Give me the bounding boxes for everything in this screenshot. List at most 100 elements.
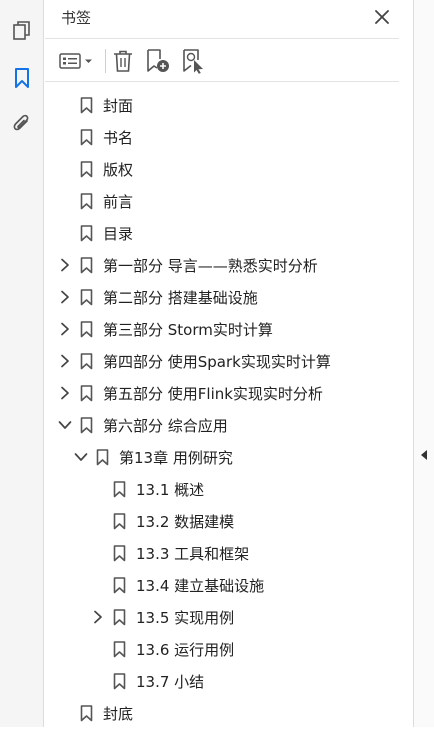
delete-bookmark-icon bbox=[114, 50, 132, 72]
bookmark-icon bbox=[80, 256, 93, 274]
bookmark-icon bbox=[113, 480, 126, 498]
chevron-down-icon[interactable] bbox=[58, 418, 72, 432]
bookmark-icon bbox=[80, 96, 93, 114]
bookmark-icon bbox=[113, 512, 126, 530]
bookmark-label: 13.6 运行用例 bbox=[136, 640, 235, 659]
bookmark-label: 前言 bbox=[103, 192, 134, 211]
bookmark-icon bbox=[80, 224, 93, 242]
bookmark-item[interactable]: 第13章 用例研究 bbox=[45, 441, 405, 473]
bookmark-icon bbox=[113, 544, 126, 562]
options-menu-icon bbox=[59, 53, 92, 69]
bookmark-from-selection-icon bbox=[183, 49, 203, 74]
bookmark-item[interactable]: 13.6 运行用例 bbox=[45, 633, 405, 665]
bookmark-label: 13.4 建立基础设施 bbox=[136, 576, 265, 595]
bookmark-icon bbox=[113, 640, 126, 658]
bookmarks-icon[interactable] bbox=[10, 66, 34, 90]
bookmark-icon bbox=[80, 416, 93, 434]
bookmark-label: 13.2 数据建模 bbox=[136, 512, 235, 531]
bookmark-label: 13.7 小结 bbox=[136, 672, 205, 691]
bookmark-item[interactable]: 第六部分 综合应用 bbox=[45, 409, 405, 441]
bookmark-label: 13.3 工具和框架 bbox=[136, 544, 250, 563]
chevron-right-icon[interactable] bbox=[58, 322, 72, 336]
bookmark-label: 目录 bbox=[103, 224, 134, 243]
bookmark-label: 封面 bbox=[103, 96, 134, 115]
toolbar-separator bbox=[105, 49, 106, 73]
bookmark-label: 第六部分 综合应用 bbox=[103, 416, 228, 435]
bookmark-item[interactable]: 目录 bbox=[45, 217, 405, 249]
bookmark-item[interactable]: 版权 bbox=[45, 153, 405, 185]
bookmark-icon bbox=[96, 448, 109, 466]
bookmark-label: 版权 bbox=[103, 160, 134, 179]
bookmark-label: 第三部分 Storm实时计算 bbox=[103, 320, 273, 339]
bookmark-item[interactable]: 第二部分 搭建基础设施 bbox=[45, 281, 405, 313]
bookmarks-toolbar bbox=[45, 38, 399, 82]
close-panel-button[interactable] bbox=[371, 6, 393, 28]
new-bookmark-button[interactable] bbox=[145, 48, 171, 74]
bookmark-label: 13.5 实现用例 bbox=[136, 608, 235, 627]
chevron-right-icon[interactable] bbox=[58, 258, 72, 272]
bookmark-label: 封底 bbox=[103, 704, 134, 723]
bookmark-icon bbox=[80, 192, 93, 210]
bookmark-label: 第13章 用例研究 bbox=[119, 448, 233, 467]
chevron-right-icon[interactable] bbox=[58, 290, 72, 304]
bookmark-item[interactable]: 封面 bbox=[45, 89, 405, 121]
bookmark-icon bbox=[80, 288, 93, 306]
new-bookmark-icon bbox=[147, 49, 169, 72]
chevron-down-icon[interactable] bbox=[74, 450, 88, 464]
bookmark-label: 第五部分 使用Flink实现实时分析 bbox=[103, 384, 323, 403]
bookmark-label: 第一部分 导言——熟悉实时分析 bbox=[103, 256, 318, 275]
bookmark-item[interactable]: 13.4 建立基础设施 bbox=[45, 569, 405, 601]
bookmark-icon bbox=[80, 320, 93, 338]
bookmark-item[interactable]: 13.7 小结 bbox=[45, 665, 405, 697]
bookmark-item[interactable]: 第五部分 使用Flink实现实时分析 bbox=[45, 377, 405, 409]
bookmark-label: 第四部分 使用Spark实现实时计算 bbox=[103, 352, 331, 371]
bookmark-item[interactable]: 第四部分 使用Spark实现实时计算 bbox=[45, 345, 405, 377]
bookmark-item[interactable]: 第一部分 导言——熟悉实时分析 bbox=[45, 249, 405, 281]
navigation-rail bbox=[0, 0, 44, 727]
close-icon bbox=[375, 10, 389, 24]
attachments-icon[interactable] bbox=[10, 111, 34, 135]
bookmark-item[interactable]: 13.2 数据建模 bbox=[45, 505, 405, 537]
panel-header: 书签 bbox=[45, 0, 399, 38]
delete-bookmark-button[interactable] bbox=[112, 48, 134, 74]
page-thumbnails-icon[interactable] bbox=[10, 19, 34, 43]
bookmark-label: 13.1 概述 bbox=[136, 480, 205, 499]
bookmark-item[interactable]: 第三部分 Storm实时计算 bbox=[45, 313, 405, 345]
bookmark-item[interactable]: 封底 bbox=[45, 697, 405, 729]
bookmark-item[interactable]: 13.1 概述 bbox=[45, 473, 405, 505]
bookmark-icon bbox=[80, 704, 93, 722]
bookmark-item[interactable]: 书名 bbox=[45, 121, 405, 153]
bookmark-item[interactable]: 13.3 工具和框架 bbox=[45, 537, 405, 569]
bookmark-item[interactable]: 13.5 实现用例 bbox=[45, 601, 405, 633]
bookmark-icon bbox=[80, 160, 93, 178]
bookmark-label: 书名 bbox=[103, 128, 134, 147]
bookmarks-panel: 书签 封面 书名 版权 前言 目录 第一部分 导言——熟悉实时分析 第二部分 搭… bbox=[45, 0, 413, 727]
chevron-right-icon[interactable] bbox=[58, 354, 72, 368]
panel-title: 书签 bbox=[61, 9, 92, 27]
bookmark-item[interactable]: 前言 bbox=[45, 185, 405, 217]
bookmark-icon bbox=[113, 576, 126, 594]
chevron-right-icon[interactable] bbox=[58, 386, 72, 400]
bookmark-from-selection-button[interactable] bbox=[181, 48, 207, 74]
panel-splitter[interactable] bbox=[413, 0, 434, 727]
bookmark-label: 第二部分 搭建基础设施 bbox=[103, 288, 258, 307]
bookmark-icon bbox=[113, 608, 126, 626]
chevron-right-icon[interactable] bbox=[91, 610, 105, 624]
bookmark-icon bbox=[80, 384, 93, 402]
collapse-panel-icon[interactable] bbox=[420, 450, 428, 460]
bookmark-tree: 封面书名版权前言目录第一部分 导言——熟悉实时分析 第二部分 搭建基础设施 第三部分… bbox=[45, 89, 405, 729]
bookmark-icon bbox=[80, 352, 93, 370]
options-menu-button[interactable] bbox=[59, 48, 95, 74]
